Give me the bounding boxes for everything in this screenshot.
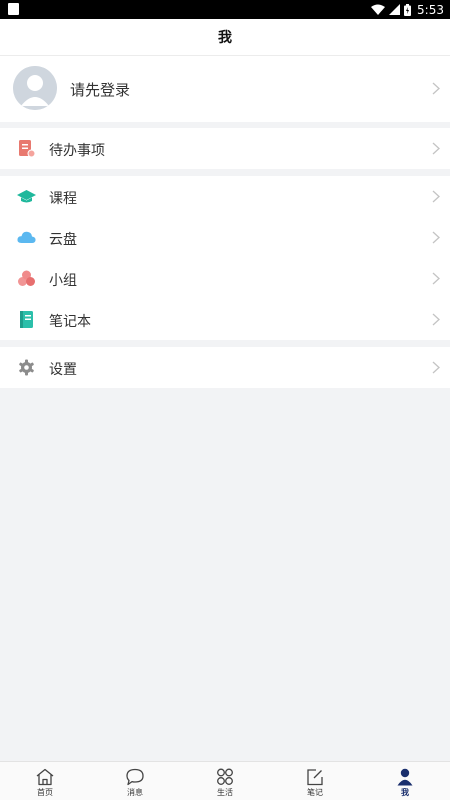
menu-item-label: 课程 bbox=[49, 191, 77, 207]
login-profile-row[interactable]: 请先登录 bbox=[0, 56, 450, 122]
menu-item-label: 云盘 bbox=[49, 232, 77, 248]
chevron-right-icon bbox=[432, 142, 440, 155]
menu-item-label: 待办事项 bbox=[49, 143, 105, 159]
menu-item-label: 小组 bbox=[49, 273, 77, 289]
default-avatar-icon bbox=[13, 66, 57, 110]
status-bar: 5:53 bbox=[0, 0, 450, 19]
nav-label: 生活 bbox=[217, 788, 233, 797]
apps-grid-icon bbox=[217, 768, 233, 785]
chevron-right-icon bbox=[432, 361, 440, 374]
menu-item-courses[interactable]: 课程 bbox=[0, 176, 450, 217]
chevron-right-icon bbox=[432, 313, 440, 326]
graduation-cap-icon bbox=[17, 190, 36, 203]
bottom-nav: 首页 消息 生活 笔记 我 bbox=[0, 761, 450, 800]
group-icon bbox=[18, 270, 35, 286]
features-group: 课程 云盘 小组 笔记本 bbox=[0, 176, 450, 340]
nav-messages[interactable]: 消息 bbox=[90, 762, 180, 800]
notebook-icon bbox=[20, 311, 33, 328]
chevron-right-icon bbox=[432, 82, 440, 95]
edit-note-icon bbox=[307, 769, 323, 786]
notification-icon bbox=[8, 3, 19, 15]
menu-item-todo[interactable]: 待办事项 bbox=[0, 128, 450, 169]
nav-label: 笔记 bbox=[307, 788, 323, 797]
status-indicators: 5:53 bbox=[371, 0, 444, 19]
settings-group: 设置 bbox=[0, 347, 450, 388]
signal-icon bbox=[389, 4, 401, 15]
menu-item-settings[interactable]: 设置 bbox=[0, 347, 450, 388]
menu-item-notebook[interactable]: 笔记本 bbox=[0, 299, 450, 340]
menu-item-label: 设置 bbox=[49, 362, 77, 378]
login-prompt: 请先登录 bbox=[70, 81, 131, 99]
gear-icon bbox=[19, 359, 34, 376]
todo-group: 待办事项 bbox=[0, 128, 450, 169]
todo-icon bbox=[19, 140, 36, 158]
chevron-right-icon bbox=[432, 272, 440, 285]
status-time: 5:53 bbox=[417, 2, 444, 17]
page-title: 我 bbox=[218, 30, 232, 46]
person-icon bbox=[397, 768, 413, 786]
menu-item-groups[interactable]: 小组 bbox=[0, 258, 450, 299]
nav-life[interactable]: 生活 bbox=[180, 762, 270, 800]
home-icon bbox=[36, 768, 54, 786]
menu-item-label: 笔记本 bbox=[49, 314, 91, 330]
menu-item-cloud-drive[interactable]: 云盘 bbox=[0, 217, 450, 258]
avatar bbox=[13, 66, 57, 110]
nav-label: 首页 bbox=[37, 788, 53, 797]
battery-icon bbox=[404, 3, 412, 16]
wifi-icon bbox=[371, 4, 386, 15]
nav-notes[interactable]: 笔记 bbox=[270, 762, 360, 800]
chat-bubble-icon bbox=[126, 768, 144, 786]
top-bar: 我 bbox=[0, 19, 450, 56]
nav-label: 我 bbox=[401, 788, 409, 797]
cloud-icon bbox=[17, 231, 36, 243]
nav-me[interactable]: 我 bbox=[360, 762, 450, 800]
nav-label: 消息 bbox=[127, 788, 143, 797]
nav-home[interactable]: 首页 bbox=[0, 762, 90, 800]
chevron-right-icon bbox=[432, 190, 440, 203]
chevron-right-icon bbox=[432, 231, 440, 244]
